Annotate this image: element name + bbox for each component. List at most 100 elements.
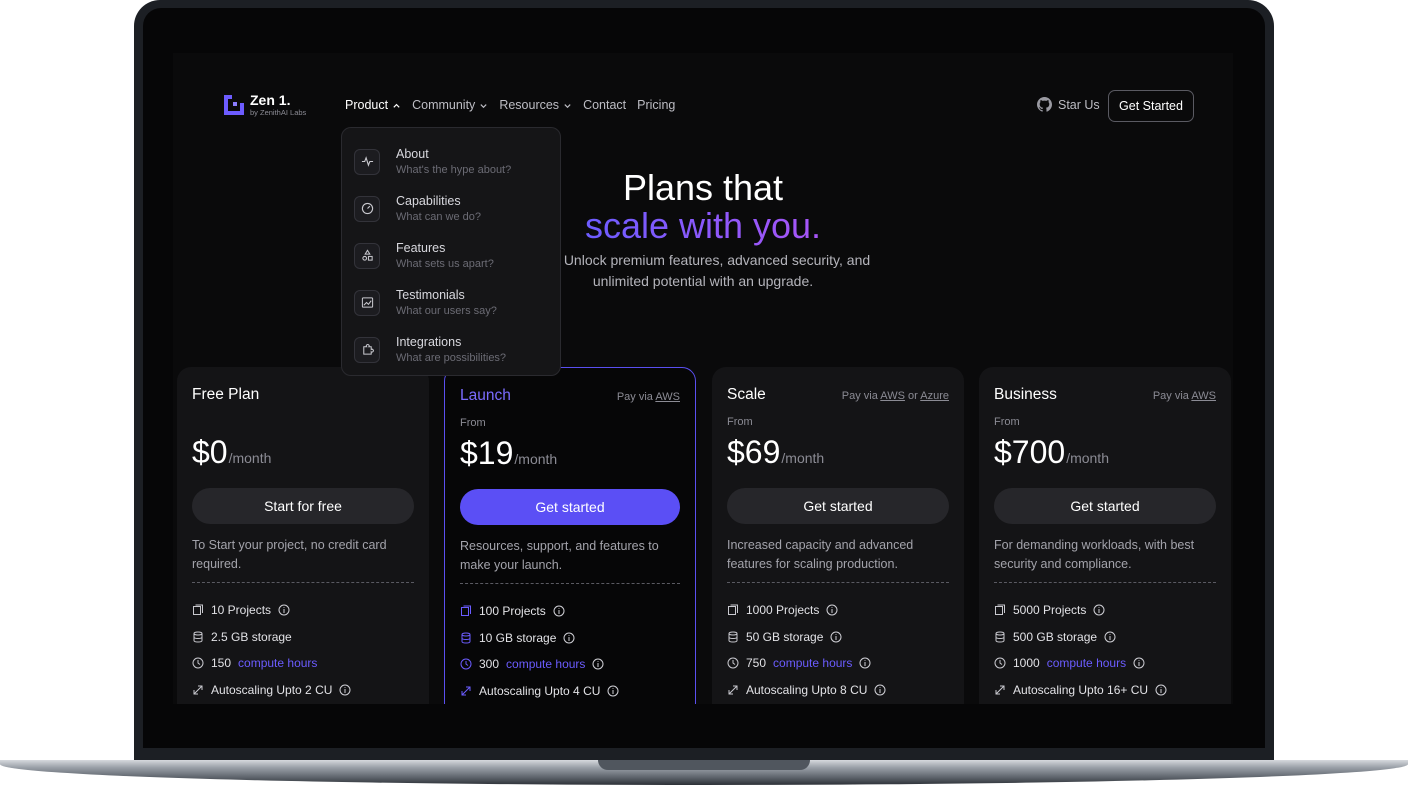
price-period: /month bbox=[228, 450, 272, 466]
pay-aws-link[interactable]: AWS bbox=[655, 391, 680, 403]
get-started-button[interactable]: Get started bbox=[994, 488, 1216, 524]
image-icon bbox=[354, 289, 380, 316]
plan-card-scale: Scale Pay via AWS or Azure From $69 /mon… bbox=[712, 367, 964, 704]
feature-autoscaling: Autoscaling Upto 16+ CU bbox=[994, 677, 1216, 704]
plan-price: $0 /month bbox=[192, 434, 414, 474]
logo-mark-icon bbox=[222, 93, 246, 117]
feature-compute-hours: 1000 compute hours bbox=[994, 650, 1216, 677]
feature-projects: 1000 Projects bbox=[727, 597, 949, 624]
info-icon[interactable] bbox=[553, 605, 565, 617]
dropdown-item-subtitle: What are possibilities? bbox=[396, 352, 507, 364]
plan-name: Scale bbox=[727, 386, 766, 403]
compute-hours-link[interactable]: compute hours bbox=[238, 656, 317, 670]
dropdown-item-title: Testimonials bbox=[396, 288, 465, 302]
info-icon[interactable] bbox=[607, 685, 619, 697]
get-started-button[interactable]: Get started bbox=[460, 489, 680, 525]
get-started-header-button[interactable]: Get Started bbox=[1108, 90, 1194, 122]
info-icon[interactable] bbox=[859, 657, 871, 669]
plan-card-launch: Launch Pay via AWS From $19 /month Get s… bbox=[444, 367, 696, 704]
star-us-link[interactable]: Star Us bbox=[1037, 97, 1100, 112]
price-period: /month bbox=[1066, 450, 1109, 466]
feature-label: Autoscaling Upto 16+ CU bbox=[1013, 682, 1149, 697]
dropdown-item-capabilities[interactable]: Capabilities What can we do? bbox=[354, 185, 548, 232]
hero-desc-line2: unlimited potential with an upgrade. bbox=[592, 273, 814, 289]
plan-name: Business bbox=[994, 386, 1057, 403]
plan-name: Launch bbox=[460, 387, 511, 404]
info-icon[interactable] bbox=[278, 604, 290, 616]
expand-icon bbox=[728, 685, 738, 695]
pay-azure-link[interactable]: Azure bbox=[920, 390, 949, 402]
feature-label: 5000 Projects bbox=[1013, 603, 1087, 618]
feature-projects: 5000 Projects bbox=[994, 597, 1216, 624]
screen: Zen 1. by ZenithAI Labs Product Communit… bbox=[173, 53, 1233, 704]
get-started-button[interactable]: Get started bbox=[727, 488, 949, 524]
copy-icon bbox=[728, 604, 738, 616]
pay-aws-link[interactable]: AWS bbox=[880, 390, 905, 402]
activity-icon bbox=[354, 148, 380, 175]
info-icon[interactable] bbox=[592, 658, 604, 670]
puzzle-icon bbox=[354, 336, 380, 363]
hero-title-line1: Plans that bbox=[622, 167, 784, 208]
info-icon[interactable] bbox=[1133, 657, 1145, 669]
expand-icon bbox=[995, 685, 1005, 695]
dropdown-item-about[interactable]: About What's the hype about? bbox=[354, 138, 548, 185]
plan-description: For demanding workloads, with best secur… bbox=[994, 538, 1195, 571]
chevron-down-icon bbox=[564, 103, 571, 108]
chevron-down-icon bbox=[480, 103, 487, 108]
nav-product[interactable]: Product bbox=[345, 98, 401, 112]
info-icon[interactable] bbox=[563, 632, 575, 644]
product-dropdown: About What's the hype about? Capabilitie… bbox=[341, 127, 561, 376]
nav-community[interactable]: Community bbox=[412, 98, 488, 112]
nav-pricing[interactable]: Pricing bbox=[637, 98, 675, 112]
pay-via-label: Pay via bbox=[841, 390, 878, 402]
start-for-free-button[interactable]: Start for free bbox=[192, 488, 414, 524]
feature-label: 10 Projects bbox=[211, 603, 272, 618]
info-icon[interactable] bbox=[1093, 604, 1105, 616]
dropdown-item-subtitle: What can we do? bbox=[396, 211, 481, 223]
main-nav: Product Community Resources Contact Pric… bbox=[345, 98, 686, 112]
nav-resources[interactable]: Resources bbox=[499, 98, 572, 112]
plan-description: Increased capacity and advanced features… bbox=[727, 538, 914, 571]
pay-or-label: or bbox=[908, 390, 918, 402]
github-icon bbox=[1037, 97, 1052, 112]
feature-list: 100 Projects 10 GB storage 300 compute h… bbox=[460, 598, 680, 704]
feature-compute-hours: 150 compute hours bbox=[192, 650, 414, 677]
gauge-icon bbox=[354, 195, 380, 222]
pay-aws-link[interactable]: AWS bbox=[1191, 390, 1216, 402]
info-icon[interactable] bbox=[1104, 631, 1116, 643]
info-icon[interactable] bbox=[874, 684, 886, 696]
info-icon[interactable] bbox=[339, 684, 351, 696]
nav-contact[interactable]: Contact bbox=[583, 98, 626, 112]
compute-hours-link[interactable]: compute hours bbox=[506, 657, 585, 671]
feature-label: 100 Projects bbox=[479, 604, 546, 619]
feature-label: Autoscaling Upto 8 CU bbox=[746, 682, 868, 697]
nav-product-label: Product bbox=[345, 98, 389, 112]
database-icon bbox=[461, 632, 471, 644]
plan-card-business: Business Pay via AWS From $700 /month Ge… bbox=[979, 367, 1231, 704]
nav-community-label: Community bbox=[412, 98, 476, 112]
info-icon[interactable] bbox=[826, 604, 838, 616]
dropdown-item-title: Features bbox=[396, 241, 446, 255]
hero-desc-line1: ree. Unlock premium features, advanced s… bbox=[535, 252, 871, 268]
dropdown-item-subtitle: What our users say? bbox=[396, 305, 497, 317]
feature-list: 1000 Projects 50 GB storage 750 compute … bbox=[727, 597, 949, 703]
plan-from-label bbox=[192, 416, 414, 430]
pay-via: Pay via AWS or Azure bbox=[842, 390, 949, 402]
info-icon[interactable] bbox=[830, 631, 842, 643]
dropdown-item-features[interactable]: Features What sets us apart? bbox=[354, 232, 548, 279]
dropdown-item-title: About bbox=[396, 147, 429, 161]
dropdown-item-integrations[interactable]: Integrations What are possibilities? bbox=[354, 326, 548, 373]
chevron-up-icon bbox=[393, 103, 400, 108]
dropdown-item-testimonials[interactable]: Testimonials What our users say? bbox=[354, 279, 548, 326]
plan-from-label: From bbox=[994, 416, 1020, 428]
plan-price: $19 /month bbox=[460, 435, 680, 475]
compute-hours-link[interactable]: compute hours bbox=[1047, 656, 1126, 670]
logo[interactable]: Zen 1. by ZenithAI Labs bbox=[222, 93, 306, 117]
info-icon[interactable] bbox=[1155, 684, 1167, 696]
expand-icon bbox=[461, 686, 471, 696]
price-amount: $0 bbox=[192, 434, 228, 470]
compute-hours-link[interactable]: compute hours bbox=[773, 656, 852, 670]
feature-compute-hours: 300 compute hours bbox=[460, 651, 680, 678]
dashed-divider bbox=[994, 582, 1216, 583]
plan-from-label: From bbox=[460, 417, 486, 429]
